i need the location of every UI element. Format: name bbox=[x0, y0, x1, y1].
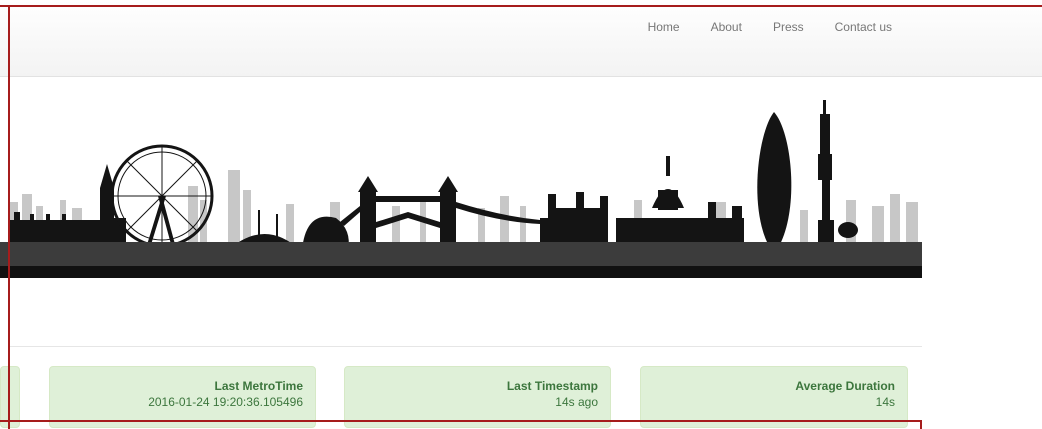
highlight-frame-bottom bbox=[0, 420, 922, 422]
stat-title-last-timestamp: Last Timestamp bbox=[506, 379, 598, 393]
stat-value-last-metrotime: 2016-01-24 19:20:36.105496 bbox=[148, 395, 303, 409]
stat-card-last-metrotime: Last MetroTime 2016-01-24 19:20:36.10549… bbox=[49, 366, 316, 428]
nav-about-link[interactable]: About bbox=[711, 20, 742, 34]
highlight-frame-left bbox=[8, 5, 10, 429]
stat-title-average-duration: Average Duration bbox=[795, 379, 895, 393]
section-divider bbox=[10, 346, 922, 347]
stat-title-last-metrotime: Last MetroTime bbox=[214, 379, 303, 393]
nav-press-link[interactable]: Press bbox=[773, 20, 804, 34]
nav-home-link[interactable]: Home bbox=[648, 20, 680, 34]
stat-value-last-timestamp: 14s ago bbox=[555, 395, 598, 409]
stat-value-average-duration: 14s bbox=[875, 395, 895, 409]
skyline-ground bbox=[0, 242, 922, 266]
skyline-base bbox=[0, 266, 922, 278]
top-navbar: Home About Press Contact us bbox=[0, 0, 1042, 77]
nav-contact-link[interactable]: Contact us bbox=[835, 20, 892, 34]
stat-card-last-timestamp: Last Timestamp 14s ago bbox=[344, 366, 611, 428]
highlight-frame-top bbox=[0, 5, 1042, 7]
stat-card-partial bbox=[0, 366, 20, 428]
stat-card-average-duration: Average Duration 14s bbox=[640, 366, 908, 428]
nav-menu: Home About Press Contact us bbox=[648, 20, 892, 34]
skyline-landmarks bbox=[10, 100, 858, 250]
highlight-frame-right bbox=[920, 420, 922, 429]
london-skyline-banner bbox=[0, 100, 922, 278]
